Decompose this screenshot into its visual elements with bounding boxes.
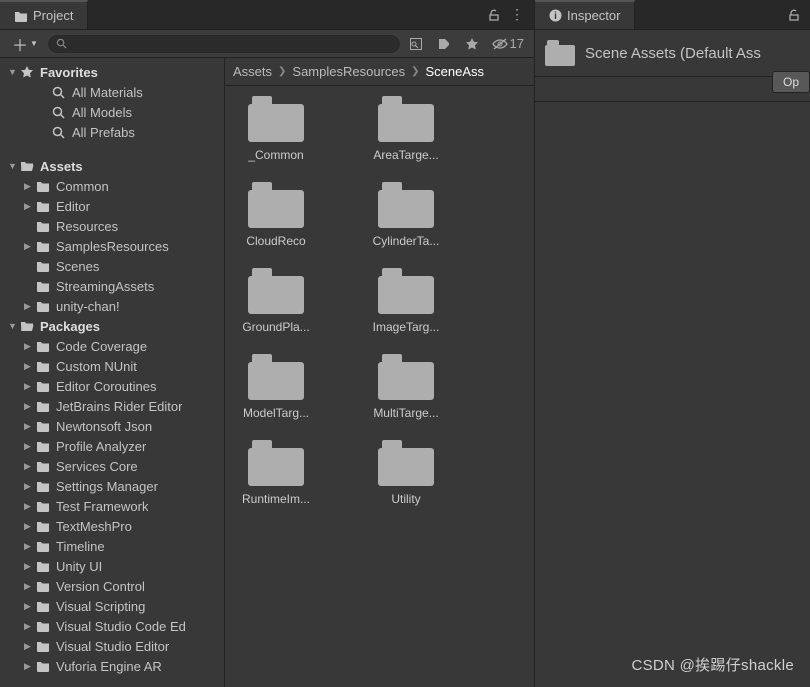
tree-item[interactable]: Resources xyxy=(0,216,224,236)
svg-text:i: i xyxy=(554,11,557,22)
open-button[interactable]: Op xyxy=(772,71,810,93)
tree-item[interactable]: ▶Unity UI xyxy=(0,556,224,576)
breadcrumb: Assets ❯ SamplesResources ❯ SceneAss xyxy=(225,58,534,86)
hidden-count-value: 17 xyxy=(510,36,524,51)
tree-item[interactable]: All Materials xyxy=(0,82,224,102)
tree-item[interactable]: ▶SamplesResources xyxy=(0,236,224,256)
tree-item[interactable]: ▶Visual Scripting xyxy=(0,596,224,616)
folder-icon xyxy=(545,40,575,66)
folder-icon xyxy=(248,96,304,142)
breadcrumb-item[interactable]: SceneAss xyxy=(426,64,485,79)
tree-item[interactable]: ▶Common xyxy=(0,176,224,196)
grid-item-label: _Common xyxy=(231,148,321,162)
grid-folder-item[interactable]: CloudReco xyxy=(231,182,321,248)
folder-icon xyxy=(248,440,304,486)
tree-item[interactable]: ▶TextMeshPro xyxy=(0,516,224,536)
tree-item[interactable]: ▶Services Core xyxy=(0,456,224,476)
tree-item[interactable]: All Prefabs xyxy=(0,122,224,142)
grid-folder-item[interactable]: Utility xyxy=(361,440,451,506)
tree-item[interactable]: All Models xyxy=(0,102,224,122)
breadcrumb-item[interactable]: SamplesResources xyxy=(292,64,405,79)
favorite-icon[interactable] xyxy=(460,37,484,51)
tree-item[interactable]: ▶Test Framework xyxy=(0,496,224,516)
grid-folder-item[interactable]: ImageTarg... xyxy=(361,268,451,334)
folder-icon xyxy=(378,182,434,228)
inspector-tab-label: Inspector xyxy=(567,8,620,23)
project-toolbar: ＋▼ 17 xyxy=(0,30,534,58)
search-by-type-icon[interactable] xyxy=(404,37,428,51)
watermark: CSDN @挨踢仔shackle xyxy=(631,654,794,675)
grid-item-label: RuntimeIm... xyxy=(231,492,321,506)
grid-item-label: ImageTarg... xyxy=(361,320,451,334)
grid-folder-item[interactable]: _Common xyxy=(231,96,321,162)
search-input[interactable] xyxy=(48,35,400,53)
tree-item[interactable]: ▶Visual Studio Code Ed xyxy=(0,616,224,636)
inspector-header: Scene Assets (Default Ass xyxy=(535,30,810,77)
kebab-icon[interactable]: ⋮ xyxy=(510,6,524,23)
chevron-right-icon: ❯ xyxy=(278,66,286,77)
project-tab-bar: Project ⋮ xyxy=(0,0,534,30)
grid-item-label: GroundPla... xyxy=(231,320,321,334)
folder-icon xyxy=(14,10,28,22)
folder-icon xyxy=(248,268,304,314)
tree-item[interactable]: ▼Favorites xyxy=(0,62,224,82)
asset-grid: _Common AreaTarge... CloudReco CylinderTa..… xyxy=(225,86,534,687)
grid-folder-item[interactable]: RuntimeIm... xyxy=(231,440,321,506)
tree-item[interactable]: ▶Profile Analyzer xyxy=(0,436,224,456)
grid-folder-item[interactable]: CylinderTa... xyxy=(361,182,451,248)
grid-folder-item[interactable]: AreaTarge... xyxy=(361,96,451,162)
chevron-right-icon: ❯ xyxy=(411,66,419,77)
grid-folder-item[interactable]: MultiTarge... xyxy=(361,354,451,420)
folder-icon xyxy=(248,354,304,400)
tree-item[interactable]: ▶Editor Coroutines xyxy=(0,376,224,396)
grid-item-label: AreaTarge... xyxy=(361,148,451,162)
tree-item[interactable]: ▶Custom NUnit xyxy=(0,356,224,376)
folder-icon xyxy=(378,96,434,142)
tree-item[interactable]: ▶Vuforia Engine AR xyxy=(0,656,224,676)
folder-icon xyxy=(378,354,434,400)
breadcrumb-item[interactable]: Assets xyxy=(233,64,272,79)
tree-item[interactable]: ▶Settings Manager xyxy=(0,476,224,496)
tree-item[interactable]: ▶Newtonsoft Json xyxy=(0,416,224,436)
grid-item-label: CylinderTa... xyxy=(361,234,451,248)
grid-item-label: Utility xyxy=(361,492,451,506)
folder-icon xyxy=(248,182,304,228)
tree-item[interactable]: ▼Packages xyxy=(0,316,224,336)
hidden-items[interactable]: 17 xyxy=(488,36,528,51)
grid-item-label: ModelTarg... xyxy=(231,406,321,420)
tree-item[interactable]: ▶Version Control xyxy=(0,576,224,596)
unlock-icon[interactable] xyxy=(788,9,800,21)
inspector-tab[interactable]: i Inspector xyxy=(535,0,635,29)
info-icon: i xyxy=(549,9,562,22)
tree-item[interactable]: ▶Timeline xyxy=(0,536,224,556)
folder-icon xyxy=(378,268,434,314)
grid-folder-item[interactable]: GroundPla... xyxy=(231,268,321,334)
project-tab-label: Project xyxy=(33,8,73,23)
tree-item[interactable]: ▶Visual Studio Editor xyxy=(0,636,224,656)
tree-item[interactable]: ▼Assets xyxy=(0,156,224,176)
eye-off-icon xyxy=(492,38,508,50)
inspector-body xyxy=(535,102,810,687)
unlock-icon[interactable] xyxy=(488,9,500,21)
add-button[interactable]: ＋▼ xyxy=(6,30,44,58)
inspector-asset-title: Scene Assets (Default Ass xyxy=(585,45,800,62)
tree-item[interactable]: StreamingAssets xyxy=(0,276,224,296)
project-tab[interactable]: Project xyxy=(0,0,88,29)
tree-item[interactable]: ▶Code Coverage xyxy=(0,336,224,356)
search-by-label-icon[interactable] xyxy=(432,37,456,51)
folder-icon xyxy=(378,440,434,486)
search-icon xyxy=(56,38,67,49)
tree-item[interactable]: ▶unity-chan! xyxy=(0,296,224,316)
tree-item[interactable]: Scenes xyxy=(0,256,224,276)
project-tree[interactable]: ▼FavoritesAll MaterialsAll ModelsAll Pre… xyxy=(0,58,225,687)
inspector-tab-bar: i Inspector xyxy=(535,0,810,30)
tree-item[interactable]: ▶Editor xyxy=(0,196,224,216)
tree-item[interactable]: ▶JetBrains Rider Editor xyxy=(0,396,224,416)
grid-item-label: MultiTarge... xyxy=(361,406,451,420)
grid-item-label: CloudReco xyxy=(231,234,321,248)
grid-folder-item[interactable]: ModelTarg... xyxy=(231,354,321,420)
